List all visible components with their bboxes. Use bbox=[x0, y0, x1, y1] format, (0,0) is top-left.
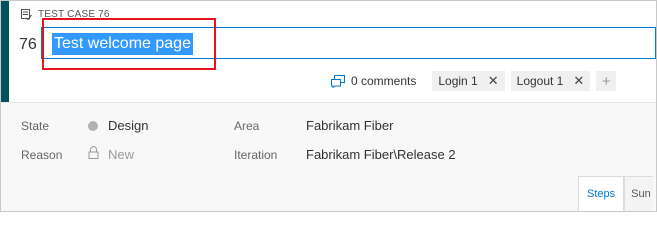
tag-logout-1[interactable]: Logout 1 ✕ bbox=[510, 71, 591, 91]
form-tabs: Steps Sun bbox=[578, 176, 654, 211]
iteration-label: Iteration bbox=[234, 148, 278, 162]
comments-count: 0 comments bbox=[351, 74, 417, 88]
tab-summary[interactable]: Sun bbox=[624, 176, 654, 211]
tag-label: Login 1 bbox=[438, 74, 478, 88]
area-label: Area bbox=[234, 119, 260, 133]
details-section: State Design Reason New Area Fabrikam Fi… bbox=[1, 103, 656, 211]
area-value[interactable]: Fabrikam Fiber bbox=[306, 118, 393, 133]
annotation-highlight-box bbox=[42, 18, 216, 70]
state-value[interactable]: Design bbox=[108, 118, 148, 133]
comments-link[interactable]: 0 comments bbox=[331, 74, 416, 88]
tag-login-1[interactable]: Login 1 ✕ bbox=[432, 71, 505, 91]
lock-icon bbox=[88, 146, 99, 159]
iteration-value[interactable]: Fabrikam Fiber\Release 2 bbox=[306, 147, 456, 162]
tag-label: Logout 1 bbox=[516, 74, 564, 88]
state-label: State bbox=[21, 119, 50, 133]
add-tag-button[interactable]: + bbox=[596, 71, 617, 91]
remove-tag-icon[interactable]: ✕ bbox=[573, 73, 584, 89]
reason-label: Reason bbox=[21, 148, 63, 162]
header-toolbar: 0 comments Login 1 ✕ Logout 1 ✕ + bbox=[331, 71, 617, 91]
work-item-form: TEST CASE 76 76 Test welcome page 0 comm… bbox=[0, 0, 657, 212]
reason-value: New bbox=[108, 147, 135, 162]
remove-tag-icon[interactable]: ✕ bbox=[488, 73, 499, 89]
state-dot-icon bbox=[88, 121, 98, 131]
work-item-id: 76 bbox=[19, 36, 37, 53]
comments-icon bbox=[331, 74, 345, 88]
tab-steps[interactable]: Steps bbox=[578, 176, 625, 211]
test-case-icon bbox=[21, 8, 32, 20]
work-item-type-color-bar bbox=[1, 1, 9, 102]
